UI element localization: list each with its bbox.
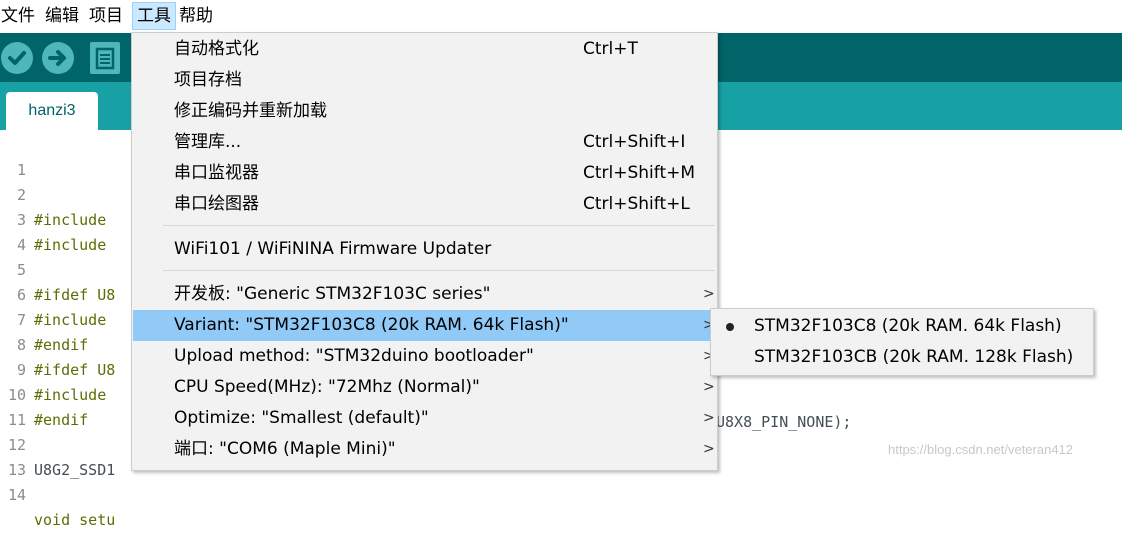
submenu-item-label: STM32F103CB (20k RAM. 128k Flash) (754, 347, 1074, 367)
menu-tools[interactable]: 工具 (132, 2, 176, 30)
menu-item-port[interactable]: 端口: "COM6 (Maple Mini)" > (133, 434, 716, 465)
line-12-tail: U8X8_PIN_NONE); (716, 413, 852, 431)
menu-item-auto-format[interactable]: 自动格式化 Ctrl+T (133, 34, 716, 65)
line-code: #include (34, 311, 107, 329)
line-code: #ifdef U8 (34, 286, 116, 304)
menu-item-wifi-firmware-updater[interactable]: WiFi101 / WiFiNINA Firmware Updater (133, 234, 716, 265)
line-code: #include (34, 211, 107, 229)
menu-item-label: 自动格式化 (174, 39, 259, 59)
variant-submenu: STM32F103C8 (20k RAM. 64k Flash) STM32F1… (710, 308, 1094, 376)
tab-label: hanzi3 (28, 102, 76, 119)
code-line: 1 (0, 133, 36, 179)
menu-item-fix-encoding[interactable]: 修正编码并重新加载 (133, 96, 716, 127)
submenu-arrow-icon: > (703, 379, 715, 395)
line-code: #ifdef U8 (34, 361, 116, 379)
menu-separator (163, 270, 715, 271)
menu-item-label: 项目存档 (174, 70, 242, 90)
code-line: 4 (0, 208, 36, 254)
menu-bar: 文件 编辑 项目 工具 帮助 (0, 0, 1122, 32)
line-code: #endif (34, 336, 89, 354)
code-line: 7 #endif (0, 283, 88, 354)
code-line: 8 #ifdef U8 (0, 308, 115, 379)
watermark: https://blog.csdn.net/veteran412 (888, 442, 1074, 457)
menu-item-label: Upload method: "STM32duino bootloader" (174, 346, 534, 366)
code-line: 13 (0, 433, 36, 479)
menu-sketch[interactable]: 项目 (89, 3, 123, 29)
menu-help[interactable]: 帮助 (179, 3, 213, 29)
menu-item-label: 管理库... (174, 132, 242, 152)
menu-item-label: 修正编码并重新加载 (174, 101, 327, 121)
line-code: #include (34, 236, 107, 254)
check-icon (8, 51, 26, 65)
menu-item-label: CPU Speed(MHz): "72Mhz (Normal)" (174, 377, 480, 397)
line-code: U8G2_SSD1 (34, 461, 116, 479)
code-line: 6 #include (0, 258, 106, 329)
menu-item-shortcut: Ctrl+Shift+L (583, 194, 690, 214)
tab-hanzi3[interactable]: hanzi3 (6, 92, 98, 130)
line-code: #include (34, 386, 107, 404)
submenu-arrow-icon: > (703, 410, 715, 426)
menu-edit[interactable]: 编辑 (45, 3, 79, 29)
menu-item-shortcut: Ctrl+Shift+M (583, 163, 696, 183)
menu-item-cpu-speed[interactable]: CPU Speed(MHz): "72Mhz (Normal)" > (133, 372, 716, 403)
submenu-item-stm32f103c8[interactable]: STM32F103C8 (20k RAM. 64k Flash) (712, 311, 1092, 342)
arrow-right-icon (48, 50, 66, 66)
menu-item-label: 开发板: "Generic STM32F103C series" (174, 284, 491, 304)
code-line: 12 U8G2_SSD1 (0, 408, 115, 479)
selected-radio-icon (726, 323, 734, 331)
menu-item-variant[interactable]: Variant: "STM32F103C8 (20k RAM. 64k Flas… (133, 310, 716, 341)
tools-menu: 自动格式化 Ctrl+T 项目存档 修正编码并重新加载 管理库... Ctrl+… (131, 32, 718, 471)
menu-item-shortcut: Ctrl+Shift+I (583, 132, 686, 152)
menu-separator (163, 225, 715, 226)
new-button[interactable] (90, 42, 120, 74)
menu-item-label: 串口绘图器 (174, 194, 259, 214)
code-line: 3 #include (0, 183, 106, 254)
upload-button[interactable] (42, 42, 74, 74)
menu-item-upload-method[interactable]: Upload method: "STM32duino bootloader" > (133, 341, 716, 372)
file-icon (95, 47, 115, 70)
menu-item-manage-libraries[interactable]: 管理库... Ctrl+Shift+I (133, 127, 716, 158)
code-line: 2 #include (0, 158, 106, 229)
menu-item-serial-plotter[interactable]: 串口绘图器 Ctrl+Shift+L (133, 189, 716, 220)
menu-item-label: Variant: "STM32F103C8 (20k RAM. 64k Flas… (174, 315, 569, 335)
code-line: 9 #include (0, 333, 106, 404)
submenu-arrow-icon: > (703, 441, 715, 457)
line-code: void setu (34, 511, 116, 529)
verify-button[interactable] (1, 42, 33, 74)
line-number: 14 (7, 486, 26, 504)
code-line: 14 void setu (0, 458, 115, 529)
line-code: #endif (34, 411, 89, 429)
menu-file[interactable]: 文件 (1, 3, 35, 29)
submenu-item-stm32f103cb[interactable]: STM32F103CB (20k RAM. 128k Flash) (712, 342, 1092, 373)
code-line: 10 #endif (0, 358, 88, 429)
menu-item-optimize[interactable]: Optimize: "Smallest (default)" > (133, 403, 716, 434)
menu-item-label: 端口: "COM6 (Maple Mini)" (174, 439, 396, 459)
menu-item-label: WiFi101 / WiFiNINA Firmware Updater (174, 239, 492, 259)
code-line: 11 (0, 383, 36, 429)
submenu-arrow-icon: > (703, 286, 715, 302)
menu-item-label: Optimize: "Smallest (default)" (174, 408, 429, 428)
menu-item-shortcut: Ctrl+T (583, 39, 638, 59)
menu-item-serial-monitor[interactable]: 串口监视器 Ctrl+Shift+M (133, 158, 716, 189)
code-line: 5 #ifdef U8 (0, 233, 115, 304)
menu-item-board[interactable]: 开发板: "Generic STM32F103C series" > (133, 279, 716, 310)
menu-item-label: 串口监视器 (174, 163, 259, 183)
menu-item-archive-sketch[interactable]: 项目存档 (133, 65, 716, 96)
submenu-item-label: STM32F103C8 (20k RAM. 64k Flash) (754, 316, 1062, 336)
